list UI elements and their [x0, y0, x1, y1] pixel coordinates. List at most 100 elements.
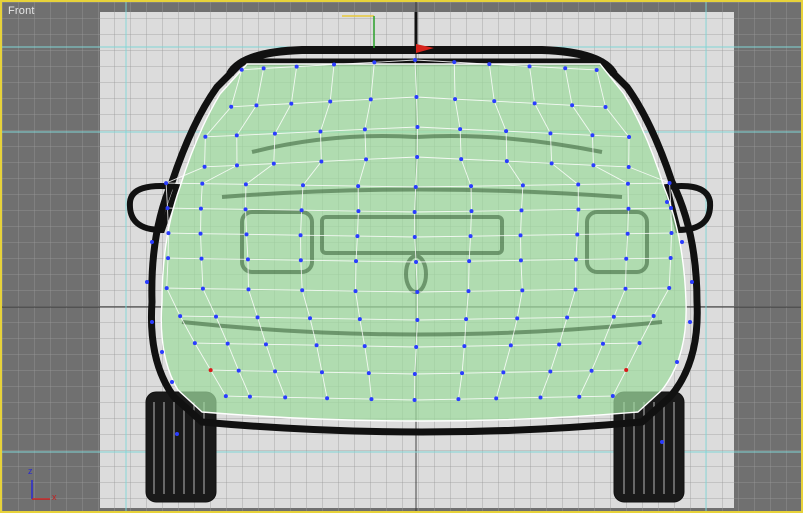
mesh-vertex[interactable]	[246, 287, 251, 292]
mesh-vertex[interactable]	[494, 396, 499, 401]
mesh-vertex[interactable]	[298, 258, 303, 263]
mesh-vertex[interactable]	[610, 394, 615, 399]
mesh-vertex[interactable]	[412, 235, 417, 239]
mesh-vertex[interactable]	[273, 369, 278, 374]
mesh-vertex[interactable]	[255, 315, 260, 320]
mesh-vertex[interactable]	[573, 257, 578, 262]
mesh-vertex[interactable]	[160, 350, 164, 354]
mesh-vertex[interactable]	[637, 341, 642, 346]
mesh-vertex[interactable]	[548, 369, 553, 374]
mesh-vertex[interactable]	[362, 127, 367, 132]
mesh-vertex[interactable]	[469, 209, 474, 214]
mesh-vertex[interactable]	[332, 62, 337, 67]
mesh-vertex[interactable]	[150, 240, 154, 244]
mesh-vertex[interactable]	[225, 341, 230, 346]
mesh-vertex[interactable]	[548, 131, 553, 136]
mesh-vertex[interactable]	[675, 360, 679, 364]
mesh-vertex[interactable]	[298, 233, 303, 238]
mesh-vertex[interactable]	[576, 207, 581, 212]
mesh-vertex[interactable]	[492, 99, 497, 104]
mesh-vertex[interactable]	[415, 318, 420, 322]
mesh-vertex[interactable]	[362, 344, 367, 349]
mesh-vertex[interactable]	[527, 64, 532, 69]
mesh-vertex[interactable]	[576, 182, 581, 187]
mesh-vertex[interactable]	[200, 181, 205, 186]
mesh-vertex[interactable]	[199, 256, 204, 261]
mesh-vertex[interactable]	[372, 60, 377, 65]
mesh-vertex[interactable]	[508, 343, 513, 348]
mesh-vertex[interactable]	[458, 127, 463, 132]
mesh-vertex[interactable]	[515, 316, 520, 321]
mesh-vertex[interactable]	[660, 440, 664, 444]
mesh-vertex[interactable]	[589, 368, 594, 373]
mesh-vertex[interactable]	[314, 343, 319, 348]
mesh-vertex[interactable]	[354, 259, 359, 264]
mesh-vertex[interactable]	[166, 231, 171, 236]
mesh-vertex[interactable]	[603, 104, 608, 109]
mesh-vertex[interactable]	[357, 317, 362, 322]
mesh-vertex[interactable]	[198, 231, 203, 236]
mesh-vertex[interactable]	[549, 161, 554, 166]
mesh-vertex[interactable]	[519, 208, 524, 213]
mesh-vertex[interactable]	[261, 66, 266, 71]
mesh-vertex[interactable]	[414, 345, 419, 349]
mesh-vertex[interactable]	[355, 234, 360, 239]
mesh-vertex[interactable]	[164, 286, 169, 291]
mesh-vertex[interactable]	[651, 314, 656, 319]
mesh-vertex[interactable]	[573, 287, 578, 292]
mesh-vertex[interactable]	[289, 101, 294, 106]
mesh-vertex[interactable]	[245, 257, 250, 262]
mesh-vertex[interactable]	[234, 163, 239, 168]
mesh-vertex[interactable]	[236, 368, 241, 373]
mesh-vertex[interactable]	[459, 157, 464, 162]
mesh-vertex[interactable]	[624, 368, 629, 373]
mesh-vertex[interactable]	[520, 288, 525, 293]
mesh-vertex[interactable]	[413, 185, 418, 189]
mesh-vertex[interactable]	[611, 314, 616, 319]
mesh-vertex[interactable]	[626, 206, 631, 211]
mesh-vertex[interactable]	[244, 232, 249, 237]
mesh-vertex[interactable]	[688, 320, 692, 324]
mesh-vertex[interactable]	[625, 181, 630, 186]
mesh-vertex[interactable]	[467, 259, 472, 264]
mesh-vertex[interactable]	[328, 99, 333, 104]
viewport-canvas[interactable]	[2, 2, 801, 511]
mesh-vertex[interactable]	[466, 289, 471, 294]
mesh-vertex[interactable]	[600, 341, 605, 346]
mesh-vertex[interactable]	[369, 397, 374, 402]
mesh-vertex[interactable]	[565, 315, 570, 320]
mesh-vertex[interactable]	[415, 290, 420, 294]
mesh-vertex[interactable]	[456, 397, 461, 402]
mesh-vertex[interactable]	[247, 394, 252, 399]
mesh-vertex[interactable]	[415, 155, 420, 159]
mesh-vertex[interactable]	[272, 131, 277, 136]
mesh-vertex[interactable]	[462, 344, 467, 349]
mesh-vertex[interactable]	[166, 256, 171, 261]
mesh-vertex[interactable]	[208, 368, 213, 373]
mesh-vertex[interactable]	[412, 372, 417, 376]
mesh-vertex[interactable]	[308, 316, 313, 321]
mesh-vertex[interactable]	[690, 280, 694, 284]
mesh-vertex[interactable]	[353, 289, 358, 294]
mesh-vertex[interactable]	[294, 64, 299, 69]
mesh-vertex[interactable]	[590, 133, 595, 138]
mesh-vertex[interactable]	[412, 210, 417, 214]
mesh-vertex[interactable]	[464, 317, 469, 322]
mesh-vertex[interactable]	[668, 206, 673, 211]
mesh-vertex[interactable]	[198, 206, 203, 211]
mesh-vertex[interactable]	[538, 395, 543, 400]
mesh-vertex[interactable]	[518, 233, 523, 238]
mesh-vertex[interactable]	[300, 288, 305, 293]
mesh-vertex[interactable]	[680, 240, 684, 244]
mesh-vertex[interactable]	[504, 159, 509, 164]
mesh-vertex[interactable]	[319, 370, 324, 375]
mesh-vertex[interactable]	[145, 280, 149, 284]
mesh-vertex[interactable]	[366, 371, 371, 376]
mesh-vertex[interactable]	[356, 184, 361, 189]
mesh-vertex[interactable]	[557, 342, 562, 347]
mesh-vertex[interactable]	[667, 286, 672, 291]
mesh-vertex[interactable]	[319, 159, 324, 164]
mesh-vertex[interactable]	[254, 103, 259, 108]
mesh-vertex[interactable]	[299, 208, 304, 213]
mesh-vertex[interactable]	[594, 67, 599, 72]
